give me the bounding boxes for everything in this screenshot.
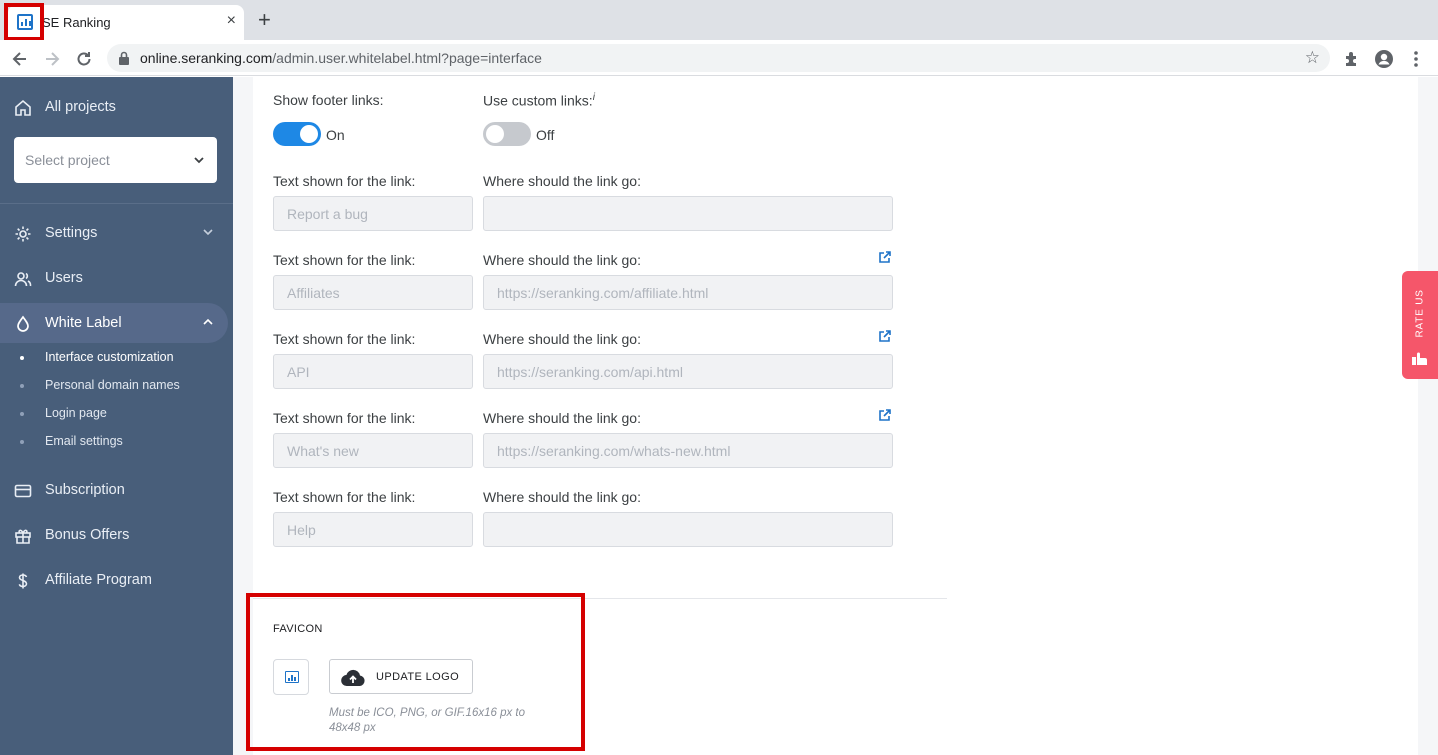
sidebar-item-white-label[interactable]: White Label bbox=[0, 303, 228, 343]
sidebar-item-label: Affiliate Program bbox=[45, 572, 152, 588]
tab-title: SE Ranking bbox=[42, 15, 111, 30]
submenu-dot bbox=[20, 412, 24, 416]
external-link-icon[interactable] bbox=[878, 250, 892, 264]
favicon-section-highlight bbox=[246, 593, 585, 751]
users-icon bbox=[14, 272, 32, 287]
sidebar-subitem-personal-domain-names[interactable]: Personal domain names bbox=[45, 378, 180, 392]
sidebar: All projects Select project Settings Use… bbox=[0, 77, 233, 755]
back-arrow-icon[interactable] bbox=[10, 49, 30, 69]
link-text-input[interactable]: Report a bug bbox=[273, 196, 473, 231]
dollar-icon bbox=[18, 573, 28, 589]
browser-toolbar: online.seranking.com/admin.user.whitelab… bbox=[0, 40, 1438, 76]
rate-us-label: RATE US bbox=[1414, 289, 1426, 338]
sidebar-subitem-email-settings[interactable]: Email settings bbox=[45, 434, 123, 448]
link-url-input[interactable]: https://seranking.com/api.html bbox=[483, 354, 893, 389]
sidebar-subitem-interface-customization[interactable]: Interface customization bbox=[45, 350, 174, 364]
chevron-down-icon bbox=[194, 157, 204, 164]
link-text-input[interactable]: Affiliates bbox=[273, 275, 473, 310]
reload-icon[interactable] bbox=[74, 49, 94, 69]
submenu-dot bbox=[20, 440, 24, 444]
address-bar[interactable]: online.seranking.com/admin.user.whitelab… bbox=[107, 44, 1330, 72]
use-custom-links-state: Off bbox=[536, 127, 555, 143]
sidebar-item-users[interactable]: Users bbox=[0, 258, 228, 298]
sidebar-item-all-projects[interactable]: All projects bbox=[0, 87, 228, 127]
gear-icon bbox=[15, 226, 31, 242]
sidebar-subitem-login-page[interactable]: Login page bbox=[45, 406, 107, 420]
link-url-label: Where should the link go: bbox=[483, 173, 641, 189]
link-text-input[interactable]: API bbox=[273, 354, 473, 389]
link-url-label: Where should the link go: bbox=[483, 331, 641, 347]
extensions-puzzle-icon[interactable] bbox=[1342, 49, 1362, 69]
sidebar-divider bbox=[0, 203, 233, 204]
link-url-label: Where should the link go: bbox=[483, 489, 641, 505]
chevron-up-icon bbox=[203, 318, 213, 325]
bookmark-star-icon[interactable]: ☆ bbox=[1305, 48, 1320, 68]
show-footer-links-toggle[interactable] bbox=[273, 122, 321, 146]
link-text-label: Text shown for the link: bbox=[273, 173, 416, 189]
link-text-input[interactable]: What's new bbox=[273, 433, 473, 468]
link-text-input[interactable]: Help bbox=[273, 512, 473, 547]
link-url-input[interactable]: https://seranking.com/affiliate.html bbox=[483, 275, 893, 310]
link-url-input[interactable]: https://seranking.com/whats-new.html bbox=[483, 433, 893, 468]
link-text-label: Text shown for the link: bbox=[273, 410, 416, 426]
chevron-down-icon bbox=[203, 229, 213, 236]
sidebar-item-label: Users bbox=[45, 270, 83, 286]
submenu-dot bbox=[20, 384, 24, 388]
hand-pointer-icon bbox=[1412, 352, 1427, 365]
link-text-label: Text shown for the link: bbox=[273, 331, 416, 347]
home-icon bbox=[15, 99, 31, 116]
sidebar-item-label: Settings bbox=[45, 225, 98, 241]
link-url-label: Where should the link go: bbox=[483, 410, 641, 426]
url-text: online.seranking.com/admin.user.whitelab… bbox=[140, 50, 542, 66]
drop-icon bbox=[17, 315, 29, 332]
show-footer-links-label: Show footer links: bbox=[273, 92, 384, 108]
lock-icon bbox=[119, 51, 129, 65]
tab-close-icon[interactable]: × bbox=[227, 12, 236, 30]
use-custom-links-toggle[interactable] bbox=[483, 122, 531, 146]
gift-icon bbox=[15, 529, 31, 544]
sidebar-item-label: Bonus Offers bbox=[45, 527, 130, 543]
link-text-label: Text shown for the link: bbox=[273, 489, 416, 505]
info-icon[interactable]: i bbox=[593, 92, 595, 103]
rate-us-tab[interactable]: RATE US bbox=[1402, 271, 1438, 379]
submenu-dot bbox=[20, 356, 24, 360]
sidebar-item-label: White Label bbox=[45, 315, 122, 331]
profile-avatar-icon[interactable] bbox=[1374, 49, 1394, 69]
new-tab-button[interactable]: + bbox=[258, 9, 271, 31]
select-project-dropdown[interactable]: Select project bbox=[14, 137, 217, 183]
select-project-placeholder: Select project bbox=[25, 152, 110, 168]
sidebar-item-bonus-offers[interactable]: Bonus Offers bbox=[0, 515, 228, 555]
link-url-input[interactable] bbox=[483, 512, 893, 547]
credit-card-icon bbox=[14, 484, 32, 498]
favicon-tab-highlight bbox=[4, 3, 44, 41]
external-link-icon[interactable] bbox=[878, 329, 892, 343]
forward-arrow-icon[interactable] bbox=[42, 49, 62, 69]
sidebar-item-settings[interactable]: Settings bbox=[0, 213, 228, 253]
sidebar-item-label: All projects bbox=[45, 99, 116, 115]
browser-tabstrip: SE Ranking × + bbox=[0, 0, 1438, 40]
sidebar-item-label: Subscription bbox=[45, 482, 125, 498]
sidebar-item-subscription[interactable]: Subscription bbox=[0, 470, 228, 510]
browser-menu-icon[interactable] bbox=[1406, 49, 1426, 69]
link-text-label: Text shown for the link: bbox=[273, 252, 416, 268]
use-custom-links-label: Use custom links:i bbox=[483, 92, 595, 109]
link-url-input[interactable] bbox=[483, 196, 893, 231]
sidebar-item-affiliate-program[interactable]: Affiliate Program bbox=[0, 560, 228, 600]
external-link-icon[interactable] bbox=[878, 408, 892, 422]
link-url-label: Where should the link go: bbox=[483, 252, 641, 268]
show-footer-links-state: On bbox=[326, 127, 345, 143]
